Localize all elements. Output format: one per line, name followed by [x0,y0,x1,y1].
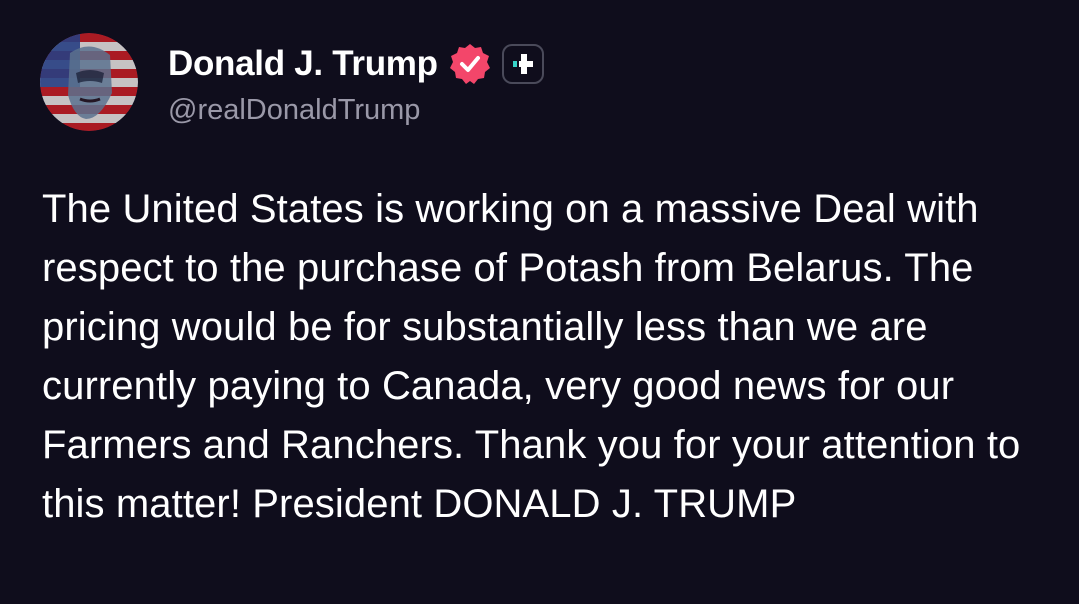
verified-badge-icon [448,42,492,86]
author-handle[interactable]: @realDonaldTrump [168,94,544,127]
post-card: Donald J. Trump @realDonaldTrump The Uni… [0,0,1079,604]
plus-icon[interactable] [501,44,544,84]
author-avatar[interactable] [40,33,138,131]
name-row: Donald J. Trump [168,40,544,88]
post-body-text: The United States is working on a massiv… [42,187,1021,526]
post-header: Donald J. Trump @realDonaldTrump [168,40,544,127]
avatar-image [40,33,138,131]
author-name[interactable]: Donald J. Trump [168,44,438,84]
